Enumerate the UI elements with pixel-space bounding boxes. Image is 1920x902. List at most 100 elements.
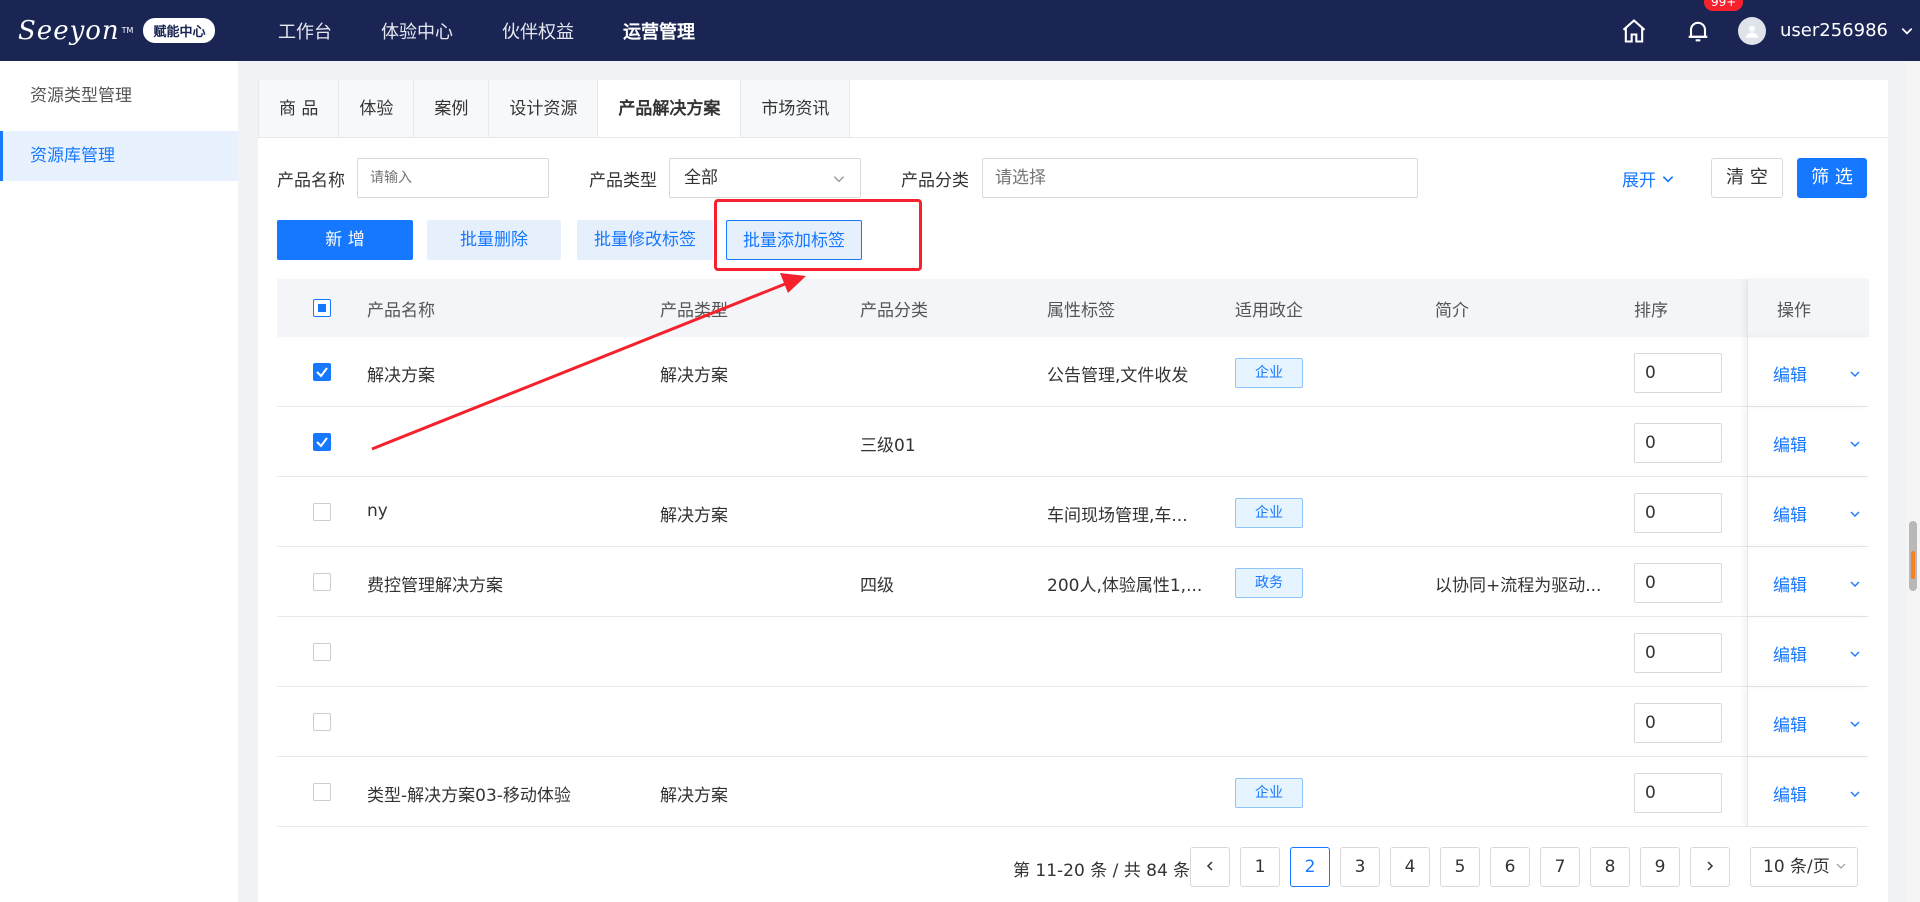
add-button[interactable]: 新 增: [277, 220, 413, 260]
tab-goods[interactable]: 商 品: [258, 80, 340, 137]
column-header: 产品名称: [367, 300, 435, 321]
table-body: 解决方案 解决方案 公告管理,文件收发 企业 0 编辑 三级01 0 编辑 ny 解决方案 车间现场管…: [277, 337, 1869, 827]
edit-link[interactable]: 编辑: [1773, 501, 1807, 526]
cell-category: 四级: [860, 576, 894, 596]
chevron-down-icon[interactable]: [1849, 578, 1861, 590]
edit-link[interactable]: 编辑: [1773, 361, 1807, 386]
sort-input[interactable]: 0: [1634, 493, 1722, 533]
sidebar-item-resource-type[interactable]: 资源类型管理: [0, 71, 238, 121]
page-button[interactable]: 8: [1590, 847, 1630, 887]
row-checkbox[interactable]: [313, 643, 331, 661]
tab-market-news[interactable]: 市场资讯: [741, 80, 851, 137]
check-icon: [316, 367, 328, 378]
chevron-down-icon[interactable]: [1849, 718, 1861, 730]
nav-item-operations[interactable]: 运营管理: [623, 18, 695, 44]
prev-page-button[interactable]: [1190, 847, 1230, 887]
page-button[interactable]: 4: [1390, 847, 1430, 887]
edit-link[interactable]: 编辑: [1773, 711, 1807, 736]
nav-item-experience[interactable]: 体验中心: [381, 18, 453, 44]
avatar[interactable]: [1738, 16, 1767, 45]
select-all-checkbox[interactable]: [313, 299, 331, 317]
page-size-select[interactable]: 10 条/页: [1750, 847, 1858, 887]
next-page-button[interactable]: [1690, 847, 1730, 887]
sort-input[interactable]: 0: [1634, 563, 1722, 603]
logo[interactable]: Seeyon TM 赋能中心: [18, 16, 258, 46]
nav-item-workbench[interactable]: 工作台: [278, 18, 332, 44]
sort-input[interactable]: 0: [1634, 703, 1722, 743]
product-type-select[interactable]: 全部: [669, 158, 861, 198]
chevron-down-icon[interactable]: [1849, 508, 1861, 520]
row-checkbox[interactable]: [313, 783, 331, 801]
product-category-input[interactable]: [982, 158, 1418, 198]
page-button[interactable]: 5: [1440, 847, 1480, 887]
row-checkbox[interactable]: [313, 573, 331, 591]
product-name-label: 产品名称: [277, 171, 345, 191]
logo-text: Seeyon: [18, 15, 120, 46]
column-header: 属性标签: [1047, 300, 1115, 321]
nav-item-partner[interactable]: 伙伴权益: [502, 18, 574, 44]
table-row: 解决方案 解决方案 公告管理,文件收发 企业 0 编辑: [277, 337, 1869, 407]
vertical-scrollbar[interactable]: [1906, 61, 1920, 902]
page-summary: 第 11-20 条 / 共 84 条: [1013, 861, 1191, 881]
cell-name: 解决方案: [367, 366, 435, 386]
sidebar-item-resource-library[interactable]: 资源库管理: [0, 131, 238, 181]
logo-badge: 赋能中心: [143, 18, 216, 43]
home-icon[interactable]: [1620, 17, 1648, 45]
sort-input[interactable]: 0: [1634, 633, 1722, 673]
page-button[interactable]: 2: [1290, 847, 1330, 887]
notification-badge: 99+: [1704, 0, 1744, 11]
page-button[interactable]: 1: [1240, 847, 1280, 887]
tab-cases[interactable]: 案例: [414, 80, 490, 137]
page-button[interactable]: 7: [1540, 847, 1580, 887]
edit-link[interactable]: 编辑: [1773, 781, 1807, 806]
chevron-down-icon[interactable]: [1900, 24, 1914, 38]
expand-toggle[interactable]: 展开: [1622, 166, 1675, 191]
page-button[interactable]: 9: [1640, 847, 1680, 887]
tab-design-resources[interactable]: 设计资源: [489, 80, 599, 137]
logo-tm: TM: [121, 26, 134, 35]
chevron-down-icon[interactable]: [1849, 648, 1861, 660]
cell-intro: 以协同+流程为驱动...: [1435, 576, 1602, 596]
chevron-right-icon: [1707, 861, 1714, 871]
chevron-down-icon[interactable]: [1849, 438, 1861, 450]
cell-type: 解决方案: [660, 366, 728, 386]
product-type-value: 全部: [684, 168, 718, 188]
notification-button[interactable]: 99+: [1684, 0, 1744, 45]
batch-edit-tags-button[interactable]: 批量修改标签: [577, 220, 713, 260]
cell-tags: 200人,体验属性1,...: [1047, 576, 1203, 596]
cell-type: 解决方案: [660, 506, 728, 526]
product-table: 产品名称 产品类型 产品分类 属性标签 适用政企 简介 排序 操作 解决方案 解决…: [277, 279, 1869, 827]
filter-button[interactable]: 筛 选: [1797, 158, 1867, 198]
product-name-input[interactable]: [357, 158, 549, 198]
batch-delete-button[interactable]: 批量删除: [427, 220, 561, 260]
sort-input[interactable]: 0: [1634, 423, 1722, 463]
scope-tag: 政务: [1235, 568, 1303, 598]
column-header: 产品类型: [660, 300, 728, 321]
chevron-down-icon[interactable]: [1849, 788, 1861, 800]
table-row: ny 解决方案 车间现场管理,车... 企业 0 编辑: [277, 477, 1869, 547]
table-row: 0 编辑: [277, 617, 1869, 687]
edit-link[interactable]: 编辑: [1773, 641, 1807, 666]
row-checkbox[interactable]: [313, 713, 331, 731]
scope-tag: 企业: [1235, 498, 1303, 528]
edit-link[interactable]: 编辑: [1773, 431, 1807, 456]
check-icon: [316, 437, 328, 448]
chevron-down-icon[interactable]: [1849, 368, 1861, 380]
row-checkbox[interactable]: [313, 433, 331, 451]
pagination: 第 11-20 条 / 共 84 条 123456789 10 条/页: [258, 832, 1888, 902]
sort-input[interactable]: 0: [1634, 353, 1722, 393]
edit-link[interactable]: 编辑: [1773, 571, 1807, 596]
row-checkbox[interactable]: [313, 503, 331, 521]
row-checkbox[interactable]: [313, 363, 331, 381]
username[interactable]: user256986: [1780, 20, 1888, 41]
page-button[interactable]: 3: [1340, 847, 1380, 887]
cell-name: 类型-解决方案03-移动体验: [367, 786, 571, 806]
clear-button[interactable]: 清 空: [1711, 158, 1783, 198]
highlight-annotation-box: [714, 199, 922, 271]
page-size-value: 10 条/页: [1763, 857, 1830, 877]
tab-experience[interactable]: 体验: [339, 80, 415, 137]
sort-input[interactable]: 0: [1634, 773, 1722, 813]
tab-product-solutions[interactable]: 产品解决方案: [598, 80, 742, 137]
page-button[interactable]: 6: [1490, 847, 1530, 887]
cell-type: 解决方案: [660, 786, 728, 806]
